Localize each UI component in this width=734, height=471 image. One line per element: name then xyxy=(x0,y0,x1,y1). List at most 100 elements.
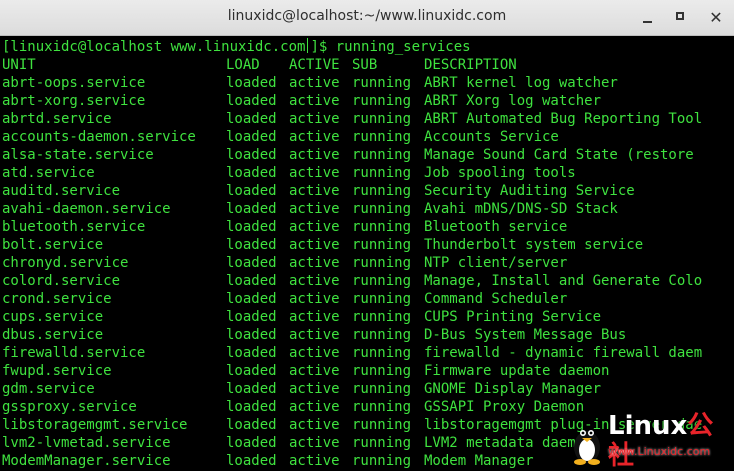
service-load: loaded xyxy=(226,435,277,451)
service-description: Firmware update daemon xyxy=(424,363,610,379)
service-unit: chronyd.service xyxy=(2,255,129,271)
service-description: Thunderbolt system service xyxy=(424,237,644,253)
service-load: loaded xyxy=(226,273,277,289)
service-sub: running xyxy=(352,111,412,127)
service-sub: running xyxy=(352,165,412,181)
service-sub: running xyxy=(352,291,412,307)
service-row: crond.service loaded active running Command … xyxy=(2,290,732,308)
service-sub: running xyxy=(352,399,412,415)
service-row: avahi-daemon.service loaded active running A… xyxy=(2,200,732,218)
service-description: CUPS Printing Service xyxy=(424,309,602,325)
service-description: Command Scheduler xyxy=(424,291,568,307)
service-active: active xyxy=(289,255,340,271)
service-unit: gssproxy.service xyxy=(2,399,137,415)
service-active: active xyxy=(289,327,340,343)
service-active: active xyxy=(289,417,340,433)
text-cursor xyxy=(307,38,309,53)
service-row: abrt-oops.service loaded active running ABRT… xyxy=(2,74,732,92)
service-active: active xyxy=(289,183,340,199)
maximize-button[interactable] xyxy=(672,8,692,28)
service-load: loaded xyxy=(226,417,277,433)
terminal-window: linuxidc@localhost:~/www.linuxidc.com ✕ … xyxy=(0,0,734,471)
service-sub: running xyxy=(352,201,412,217)
shell-prompt: [linuxidc@localhost www.linuxidc.com xyxy=(2,39,306,55)
service-description: LVM2 metadata daemon xyxy=(424,435,593,451)
service-load: loaded xyxy=(226,327,277,343)
service-active: active xyxy=(289,129,340,145)
service-row: cups.service loaded active running CUPS Prin… xyxy=(2,308,732,326)
service-sub: running xyxy=(352,417,412,433)
service-description: Manage, Install and Generate Colo xyxy=(424,273,703,289)
service-description: firewalld - dynamic firewall daem xyxy=(424,345,703,361)
service-row: auditd.service loaded active running Securit… xyxy=(2,182,732,200)
service-unit: cups.service xyxy=(2,309,104,325)
watermark-url: www.Linuxidc.com xyxy=(608,445,711,458)
service-unit: bluetooth.service xyxy=(2,219,146,235)
service-description: GNOME Display Manager xyxy=(424,381,602,397)
service-load: loaded xyxy=(226,219,277,235)
tux-penguin-icon xyxy=(574,430,600,465)
service-load: loaded xyxy=(226,111,277,127)
service-unit: dbus.service xyxy=(2,327,104,343)
service-description: Modem Manager xyxy=(424,453,534,469)
service-row: alsa-state.service loaded active running Man… xyxy=(2,146,732,164)
service-load: loaded xyxy=(226,75,277,91)
service-row: fwupd.service loaded active running Firmware… xyxy=(2,362,732,380)
service-unit: atd.service xyxy=(2,165,95,181)
maximize-icon xyxy=(676,12,684,20)
service-row: bolt.service loaded active running Thunderbo… xyxy=(2,236,732,254)
terminal-output[interactable]: [linuxidc@localhost www.linuxidc.com]$ r… xyxy=(0,37,734,471)
service-unit: gdm.service xyxy=(2,381,95,397)
service-row: chronyd.service loaded active running NTP cl… xyxy=(2,254,732,272)
service-active: active xyxy=(289,75,340,91)
service-description: ABRT Automated Bug Reporting Tool xyxy=(424,111,703,127)
header-description: DESCRIPTION xyxy=(424,57,517,73)
service-description: Bluetooth service xyxy=(424,219,568,235)
service-load: loaded xyxy=(226,363,277,379)
service-unit: lvm2-lvmetad.service xyxy=(2,435,171,451)
title-bar[interactable]: linuxidc@localhost:~/www.linuxidc.com ✕ xyxy=(0,0,734,36)
service-row: gdm.service loaded active running GNOME Disp… xyxy=(2,380,732,398)
service-active: active xyxy=(289,111,340,127)
service-sub: running xyxy=(352,273,412,289)
service-row: colord.service loaded active running Manage,… xyxy=(2,272,732,290)
site-watermark: Linux公社 www.Linuxidc.com xyxy=(570,407,730,471)
minimize-button[interactable] xyxy=(638,8,658,28)
service-load: loaded xyxy=(226,381,277,397)
header-sub: SUB xyxy=(352,57,378,73)
minimize-icon xyxy=(643,21,652,23)
service-active: active xyxy=(289,273,340,289)
service-unit: abrt-xorg.service xyxy=(2,93,146,109)
close-button[interactable]: ✕ xyxy=(706,8,726,28)
service-active: active xyxy=(289,165,340,181)
service-unit: ModemManager.service xyxy=(2,453,171,469)
service-sub: running xyxy=(352,93,412,109)
service-active: active xyxy=(289,435,340,451)
service-unit: fwupd.service xyxy=(2,363,112,379)
table-header: UNIT LOAD ACTIVE SUB DESCRIPTION xyxy=(2,56,732,74)
service-load: loaded xyxy=(226,93,277,109)
service-unit: libstoragemgmt.service xyxy=(2,417,188,433)
service-load: loaded xyxy=(226,309,277,325)
service-sub: running xyxy=(352,147,412,163)
service-description: Accounts Service xyxy=(424,129,559,145)
service-description: GSSAPI Proxy Daemon xyxy=(424,399,585,415)
service-unit: bolt.service xyxy=(2,237,104,253)
service-active: active xyxy=(289,309,340,325)
service-load: loaded xyxy=(226,129,277,145)
service-active: active xyxy=(289,291,340,307)
service-description: Manage Sound Card State (restore xyxy=(424,147,694,163)
service-load: loaded xyxy=(226,345,277,361)
service-sub: running xyxy=(352,183,412,199)
service-sub: running xyxy=(352,219,412,235)
command-text: ]$ running_services xyxy=(310,39,471,55)
service-load: loaded xyxy=(226,237,277,253)
service-active: active xyxy=(289,147,340,163)
service-load: loaded xyxy=(226,201,277,217)
service-sub: running xyxy=(352,129,412,145)
service-load: loaded xyxy=(226,183,277,199)
service-active: active xyxy=(289,381,340,397)
service-description: Avahi mDNS/DNS-SD Stack xyxy=(424,201,618,217)
service-unit: firewalld.service xyxy=(2,345,146,361)
service-active: active xyxy=(289,345,340,361)
